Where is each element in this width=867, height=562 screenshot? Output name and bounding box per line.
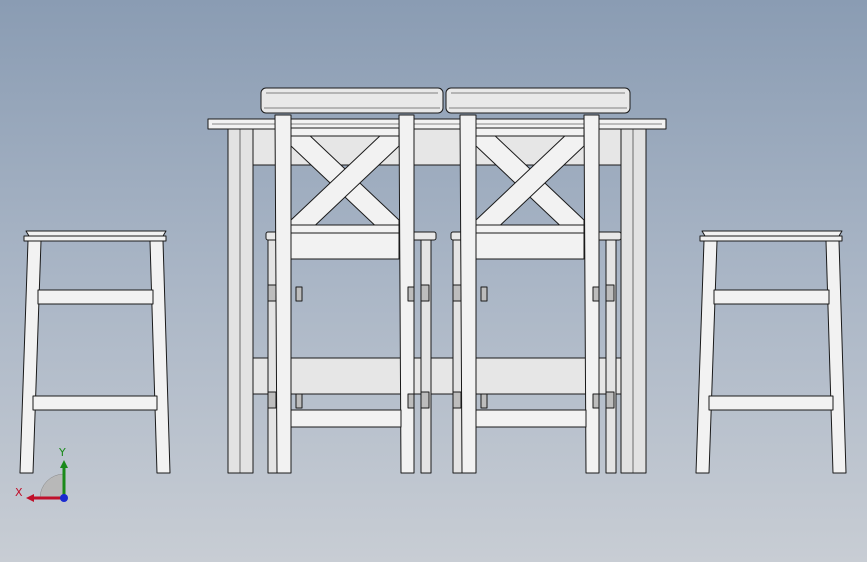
model-scene[interactable]: X Y — [0, 0, 867, 562]
table-stretcher[interactable] — [252, 357, 622, 395]
left-stool-leg-right[interactable] — [149, 240, 171, 474]
table-leg-right[interactable] — [620, 128, 647, 474]
graphics-viewport[interactable]: X Y — [0, 0, 867, 562]
chair-left-seat-rail[interactable] — [290, 232, 400, 260]
left-stool-lower-rail[interactable] — [32, 395, 158, 411]
right-stool[interactable] — [695, 230, 847, 474]
chair-right-backrest[interactable] — [445, 87, 631, 114]
chair-left-backrest[interactable] — [260, 87, 444, 114]
left-stool[interactable] — [19, 230, 171, 474]
right-stool-leg-right[interactable] — [825, 240, 847, 474]
chair-left-upright-left[interactable] — [274, 114, 292, 474]
chair-right-seat-rail[interactable] — [475, 232, 585, 260]
right-stool-seat-top[interactable] — [701, 230, 843, 237]
right-stool-seat[interactable] — [699, 235, 843, 242]
left-stool-leg-left[interactable] — [19, 240, 42, 474]
x-axis-label: X — [15, 486, 23, 499]
chair-right-footrest[interactable] — [475, 409, 587, 428]
y-axis-label: Y — [58, 446, 66, 459]
triad-plane-icon — [39, 473, 65, 499]
z-axis-dot — [60, 494, 68, 502]
chair-left-footrest[interactable] — [290, 409, 402, 428]
right-stool-upper-rail[interactable] — [713, 289, 830, 305]
table-leg-left[interactable] — [227, 128, 254, 474]
left-stool-upper-rail[interactable] — [37, 289, 154, 305]
chair-right-upright-left[interactable] — [459, 114, 477, 474]
right-stool-leg-left[interactable] — [695, 240, 718, 474]
left-stool-seat[interactable] — [23, 235, 167, 242]
left-stool-seat-top[interactable] — [25, 230, 167, 237]
right-stool-lower-rail[interactable] — [708, 395, 834, 411]
